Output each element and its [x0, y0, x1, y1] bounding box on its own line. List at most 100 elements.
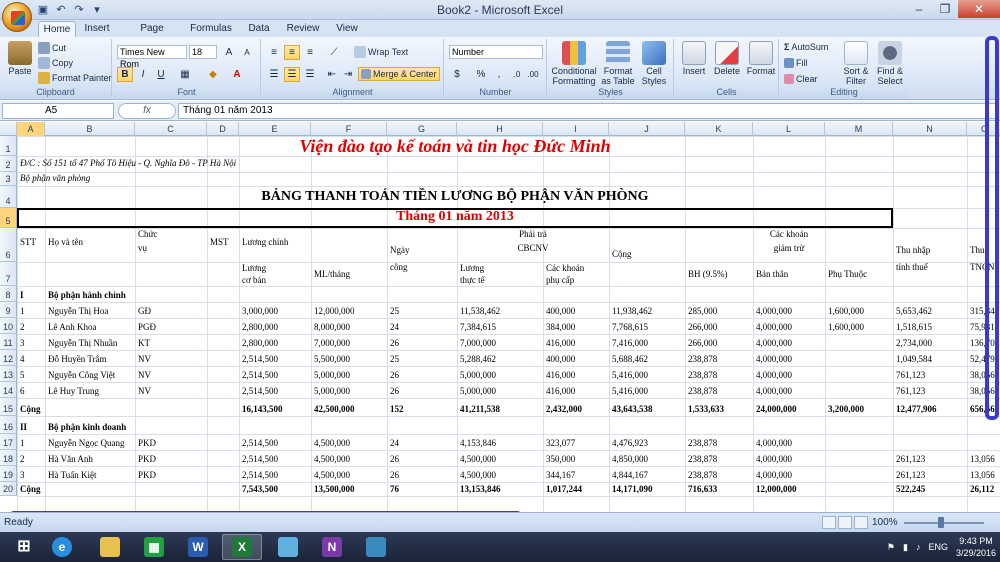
office-button[interactable] — [2, 2, 32, 32]
align-middle-icon[interactable]: ≡ — [284, 45, 300, 60]
taskbar-explorer[interactable] — [90, 534, 130, 560]
row-header-13[interactable]: 13 — [0, 366, 17, 382]
taskbar-word[interactable]: W — [178, 534, 218, 560]
underline-button[interactable]: U — [153, 67, 169, 82]
column-header-k[interactable]: K — [685, 122, 753, 136]
column-header-g[interactable]: G — [387, 122, 457, 136]
row-header-17[interactable]: 17 — [0, 434, 17, 450]
row-header-11[interactable]: 11 — [0, 334, 17, 350]
column-header-a[interactable]: A — [17, 122, 45, 136]
taskbar-app[interactable] — [268, 534, 308, 560]
tab-review[interactable]: Review — [284, 21, 322, 37]
borders-icon[interactable]: ▦ — [177, 67, 193, 82]
column-header-l[interactable]: L — [753, 122, 825, 136]
insert-function-button[interactable]: fx — [118, 103, 176, 119]
tab-view[interactable]: View — [332, 21, 362, 37]
row-header-6[interactable]: 6 — [0, 228, 17, 262]
align-center-icon[interactable]: ☰ — [284, 67, 300, 82]
column-header-e[interactable]: E — [239, 122, 311, 136]
clear-button[interactable]: Clear — [784, 74, 818, 84]
flag-icon[interactable]: ⚑ — [887, 542, 895, 553]
taskbar-store[interactable]: ▦ — [134, 534, 174, 560]
format-cells-button[interactable]: Format — [745, 41, 777, 76]
worksheet-grid[interactable]: ABCDEFGHIJKLMNO 1 2 3 4 5 6 7 8 9 10 11 12 13 14 15 16 1… — [0, 122, 1000, 512]
row-header-8[interactable]: 8 — [0, 286, 17, 302]
row-header-15[interactable]: 15 — [0, 398, 17, 416]
formula-input[interactable]: Tháng 01 năm 2013 — [178, 103, 998, 119]
row-header-18[interactable]: 18 — [0, 450, 17, 466]
percent-button[interactable]: % — [473, 67, 489, 82]
fill-button[interactable]: Fill — [784, 58, 808, 68]
restore-button[interactable]: ❐ — [932, 0, 958, 18]
page-layout-view-icon[interactable] — [838, 516, 852, 529]
column-header-c[interactable]: C — [135, 122, 207, 136]
zoom-level[interactable]: 100% — [872, 517, 898, 528]
row-header-14[interactable]: 14 — [0, 382, 17, 398]
column-header-o[interactable]: O — [967, 122, 1000, 136]
row-header-19[interactable]: 19 — [0, 466, 17, 482]
volume-icon[interactable]: ♪ — [916, 542, 921, 552]
align-bottom-icon[interactable]: ≡ — [302, 45, 318, 60]
column-header-i[interactable]: I — [543, 122, 609, 136]
column-header-n[interactable]: N — [893, 122, 967, 136]
align-right-icon[interactable]: ☰ — [302, 67, 318, 82]
row-header-20[interactable]: 20 — [0, 482, 17, 496]
grow-font-button[interactable]: A — [221, 45, 237, 60]
taskbar-onenote[interactable]: N — [312, 534, 352, 560]
cell-styles-button[interactable]: Cell Styles — [638, 41, 670, 86]
row-header-7[interactable]: 7 — [0, 262, 17, 286]
row-header-5[interactable]: 5 — [0, 208, 17, 228]
increase-decimal-icon[interactable]: .0 — [509, 67, 525, 82]
comma-button[interactable]: , — [491, 67, 507, 82]
delete-cells-button[interactable]: Delete — [711, 41, 743, 76]
row-header-4[interactable]: 4 — [0, 186, 17, 208]
row-header-3[interactable]: 3 — [0, 172, 17, 186]
start-button[interactable]: ⊞ — [4, 534, 44, 560]
column-header-j[interactable]: J — [609, 122, 685, 136]
italic-button[interactable]: I — [135, 67, 151, 82]
font-name-select[interactable]: Times New Rom — [117, 45, 187, 69]
insert-cells-button[interactable]: Insert — [679, 41, 709, 76]
bold-button[interactable]: B — [117, 67, 133, 82]
orientation-icon[interactable]: ⟋ — [326, 45, 342, 60]
sort-filter-button[interactable]: Sort & Filter — [840, 41, 872, 86]
currency-button[interactable]: $ — [449, 67, 465, 82]
decrease-indent-icon[interactable]: ⇤ — [324, 67, 340, 82]
page-break-view-icon[interactable] — [854, 516, 868, 529]
increase-indent-icon[interactable]: ⇥ — [340, 67, 356, 82]
cut-button[interactable]: Cut — [38, 42, 66, 54]
shrink-font-button[interactable]: A — [239, 45, 255, 60]
tab-insert[interactable]: Insert — [80, 21, 114, 37]
column-header-h[interactable]: H — [457, 122, 543, 136]
column-header-d[interactable]: D — [207, 122, 239, 136]
select-all-corner[interactable] — [0, 122, 17, 136]
column-header-m[interactable]: M — [825, 122, 893, 136]
decrease-decimal-icon[interactable]: .00 — [525, 67, 541, 82]
network-icon[interactable]: ▮ — [903, 542, 908, 553]
column-header-f[interactable]: F — [311, 122, 387, 136]
tab-home[interactable]: Home — [38, 21, 76, 37]
column-header-b[interactable]: B — [45, 122, 135, 136]
row-header-1[interactable]: 1 — [0, 136, 17, 156]
row-header-12[interactable]: 12 — [0, 350, 17, 366]
find-select-button[interactable]: Find & Select — [874, 41, 906, 86]
language-indicator[interactable]: ENG — [928, 542, 948, 552]
align-left-icon[interactable]: ☰ — [266, 67, 282, 82]
taskbar-ie[interactable]: e — [42, 534, 82, 560]
minimize-button[interactable]: – — [906, 0, 932, 18]
cells-area[interactable]: Viện đào tạo kế toán và tin học Đức Minh… — [17, 136, 1000, 512]
normal-view-icon[interactable] — [822, 516, 836, 529]
format-painter-button[interactable]: Format Painter — [38, 72, 112, 84]
merge-center-button[interactable]: Merge & Center — [358, 67, 440, 81]
taskbar-photos[interactable] — [356, 534, 396, 560]
align-top-icon[interactable]: ≡ — [266, 45, 282, 60]
taskbar-excel[interactable]: X — [222, 534, 262, 560]
zoom-slider-thumb[interactable] — [938, 517, 944, 528]
paste-button[interactable]: Paste — [4, 41, 36, 76]
close-button[interactable]: ✕ — [958, 0, 1000, 18]
row-header-2[interactable]: 2 — [0, 156, 17, 172]
copy-button[interactable]: Copy — [38, 57, 73, 69]
font-size-select[interactable]: 18 — [189, 45, 217, 59]
row-header-9[interactable]: 9 — [0, 302, 17, 318]
number-format-select[interactable]: Number — [449, 45, 543, 59]
